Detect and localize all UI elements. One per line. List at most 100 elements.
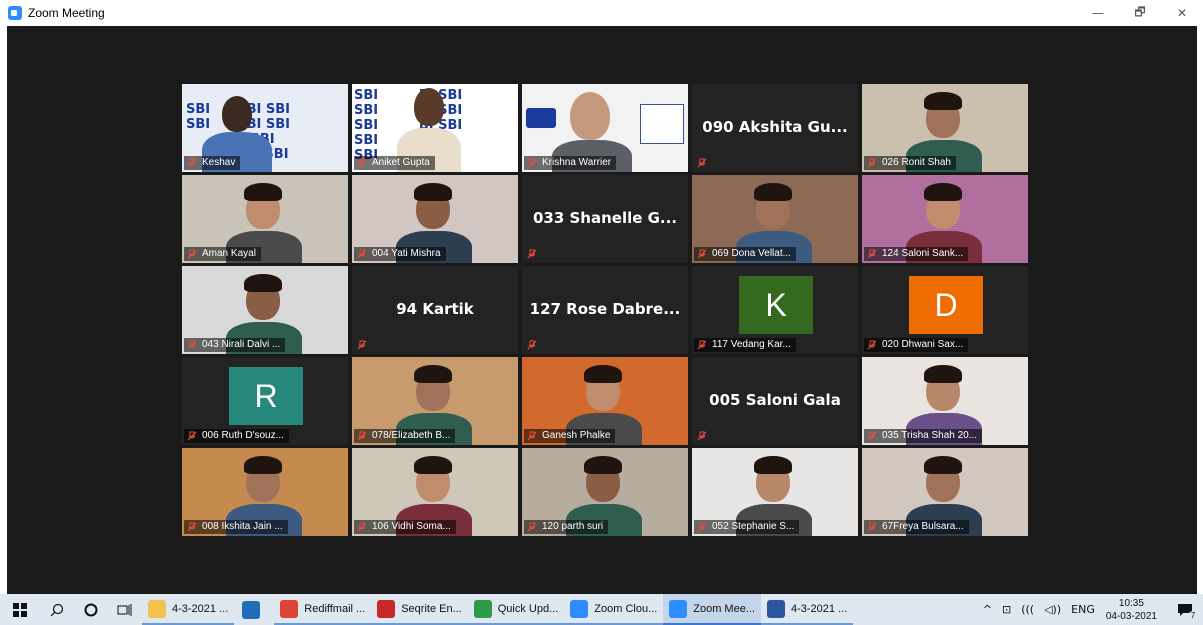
minimize-button[interactable]: — [1077,0,1119,26]
participant-tile[interactable]: 67Freya Bulsara... [862,448,1028,536]
muted-mic-icon [697,340,707,350]
taskbar-app-seqrite[interactable]: Seqrite En... [371,594,468,625]
participant-nameplate: 052 Stephanie S... [694,520,800,534]
taskbar-app-zoom[interactable]: Zoom Mee... [663,594,761,625]
participant-nameplate: 67Freya Bulsara... [864,520,969,534]
muted-mic-icon [697,431,707,441]
avatar-initial: D [909,276,983,334]
participant-tile[interactable]: 033 Shanelle G... [522,175,688,263]
participant-tile[interactable]: SBI BI SBI SBI BI SBI SBI BI SBI SBI SBI… [352,84,518,172]
partner-logo-icon [640,104,684,144]
network-icon[interactable]: ⊡ [1002,603,1011,616]
participant-tile[interactable]: 008 Ikshita Jain ... [182,448,348,536]
taskbar-app-zoom[interactable]: Zoom Clou... [564,594,664,625]
taskbar-app-label: Quick Upd... [497,602,559,615]
taskbar-app-label: Zoom Clou... [594,602,658,615]
participant-name: 106 Vidhi Soma... [372,521,451,532]
participant-tile[interactable]: Ganesh Phalke [522,357,688,445]
chrome-icon [280,599,299,618]
participant-name: Ganesh Phalke [542,430,611,441]
search-button[interactable] [40,594,74,625]
participant-tile[interactable]: K 117 Vedang Kar... [692,266,858,354]
participant-name: 124 Saloni Sank... [882,248,964,259]
participant-tile[interactable]: 078/Elizabeth B... [352,357,518,445]
participant-tile[interactable]: R 006 Ruth D'souz... [182,357,348,445]
meeting-area: SBI SBI SBI SBI SBI SBI BI SBI SBI SBIKe… [7,26,1197,594]
muted-mic-icon [697,158,707,168]
participant-nameplate: 106 Vidhi Soma... [354,520,456,534]
taskbar-app-label: 4-3-2021 ... [172,602,229,615]
participant-tile[interactable]: Aman Kayal [182,175,348,263]
chevron-up-icon[interactable]: ^ [983,603,992,616]
participant-tile[interactable]: 127 Rose Dabre... [522,266,688,354]
participant-tile[interactable]: 005 Saloni Gala [692,357,858,445]
taskbar-app-chrome[interactable]: Rediffmail ... [274,594,372,625]
zoom-icon [570,599,589,618]
muted-mic-icon [697,249,707,259]
avatar-initial: K [739,276,813,334]
participant-tile[interactable]: SBI SBI SBI SBI SBI SBI BI SBI SBI SBIKe… [182,84,348,172]
participant-tile[interactable]: 026 Ronit Shah [862,84,1028,172]
participant-tile[interactable]: 035 Trisha Shah 20... [862,357,1028,445]
participant-name: 120 parth suri [542,521,604,532]
muted-mic-icon [187,522,197,532]
windows-start-button[interactable] [0,594,40,625]
muted-mic-icon [357,431,367,441]
wifi-icon[interactable]: ((( [1021,603,1034,616]
participant-name: 043 Nirali Dalvi ... [202,339,281,350]
participant-tile[interactable]: 004 Yati Mishra [352,175,518,263]
participant-tile[interactable]: 090 Akshita Gu... [692,84,858,172]
clock[interactable]: 10:35 04-03-2021 [1106,597,1157,623]
participant-tile[interactable]: Krishna Warrier [522,84,688,172]
taskbar-app-label: Rediffmail ... [304,602,366,615]
task-view-button[interactable] [108,594,142,625]
participant-tile[interactable]: D 020 Dhwani Sax... [862,266,1028,354]
participant-tile[interactable]: 052 Stephanie S... [692,448,858,536]
participant-display-name: 127 Rose Dabre... [529,300,681,318]
participant-tile[interactable]: 120 parth suri [522,448,688,536]
windows-logo-icon [13,602,27,617]
muted-mic-icon [187,340,197,350]
participant-name: 008 Ikshita Jain ... [202,521,283,532]
muted-mic-icon [187,431,197,441]
gallery-grid: SBI SBI SBI SBI SBI SBI BI SBI SBI SBIKe… [182,84,1028,536]
participant-tile[interactable]: 124 Saloni Sank... [862,175,1028,263]
cortana-button[interactable] [74,594,108,625]
participant-name: Aniket Gupta [372,157,430,168]
participant-tile[interactable]: 043 Nirali Dalvi ... [182,266,348,354]
taskbar-app-label: Zoom Mee... [693,602,755,615]
muted-mic-icon [527,522,537,532]
close-button[interactable]: ✕ [1161,0,1203,26]
taskbar-app-app[interactable] [234,594,274,625]
taskbar-app-word[interactable]: 4-3-2021 ... [761,594,854,625]
participant-name: 67Freya Bulsara... [882,521,964,532]
notifications-button[interactable]: 7 [1167,594,1203,625]
participant-name: 052 Stephanie S... [712,521,795,532]
participant-nameplate: 078/Elizabeth B... [354,429,456,443]
system-tray: ^ ⊡ ((( ◁)) ENG 10:35 04-03-2021 7 [978,594,1203,625]
volume-icon[interactable]: ◁)) [1044,603,1061,616]
muted-mic-icon [357,158,367,168]
participant-display-name: 090 Akshita Gu... [702,118,848,136]
participant-tile[interactable]: 069 Dona Vellat... [692,175,858,263]
taskbar: 4-3-2021 ... Rediffmail ... Seqrite En... Q… [0,594,1203,625]
participant-name: 004 Yati Mishra [372,248,441,259]
muted-mic-icon [867,431,877,441]
participant-nameplate: 006 Ruth D'souz... [184,429,289,443]
muted-mic-icon [527,340,537,350]
participant-name: 035 Trisha Shah 20... [882,430,978,441]
participant-tile[interactable]: 106 Vidhi Soma... [352,448,518,536]
participant-display-name: 005 Saloni Gala [709,391,841,409]
participant-name: 026 Ronit Shah [882,157,951,168]
participant-tile[interactable]: 94 Kartik [352,266,518,354]
folder-icon [148,599,166,618]
taskbar-app-update[interactable]: Quick Upd... [467,594,565,625]
restore-button[interactable]: 🗗 [1119,0,1161,26]
language-indicator[interactable]: ENG [1071,603,1095,616]
muted-mic-icon [357,249,367,259]
muted-mic-icon [187,158,197,168]
participant-nameplate: Ganesh Phalke [524,429,616,443]
zoom-icon [669,599,688,618]
taskbar-app-folder[interactable]: 4-3-2021 ... [142,594,235,625]
muted-mic-icon [867,340,877,350]
